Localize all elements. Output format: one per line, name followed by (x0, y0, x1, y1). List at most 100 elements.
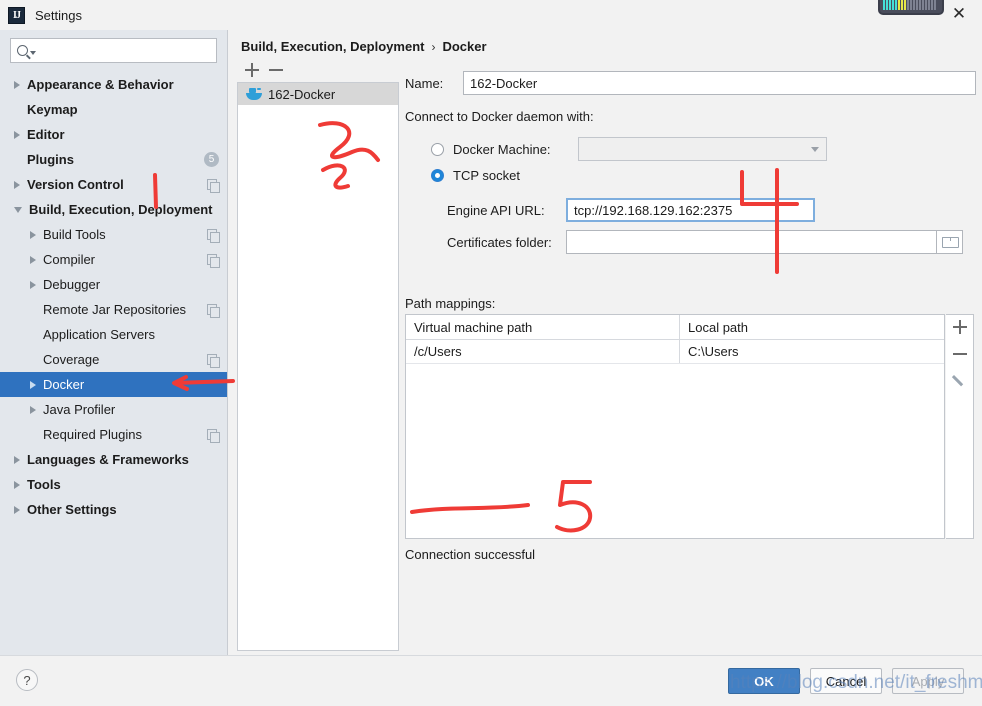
sidebar-item-label: Build, Execution, Deployment (29, 202, 212, 217)
chevron-right-icon[interactable] (30, 406, 36, 414)
chevron-right-icon[interactable] (14, 81, 20, 89)
settings-content: Build, Execution, Deployment › Docker 16… (229, 30, 982, 655)
column-header-vm-path[interactable]: Virtual machine path (406, 315, 680, 339)
chevron-right-icon[interactable] (30, 281, 36, 289)
sidebar-item-label: Build Tools (43, 227, 106, 242)
sidebar-item-label: Plugins (27, 152, 74, 167)
breadcrumb-root[interactable]: Build, Execution, Deployment (241, 39, 424, 54)
sidebar-item-editor[interactable]: Editor (0, 122, 227, 147)
audio-level-widget (878, 0, 944, 15)
sidebar-item-keymap[interactable]: Keymap (0, 97, 227, 122)
sidebar-item-label: Editor (27, 127, 65, 142)
sidebar-item-label: Docker (43, 377, 84, 392)
connect-section-label-row: Connect to Docker daemon with: (405, 109, 594, 124)
sidebar-item-remote-jar-repositories[interactable]: Remote Jar Repositories (0, 297, 227, 322)
docker-machine-select[interactable] (578, 137, 827, 161)
sidebar-item-other-settings[interactable]: Other Settings (0, 497, 227, 522)
tcp-socket-row: TCP socket (431, 168, 520, 183)
cell-local-path[interactable]: C:\Users (680, 340, 944, 363)
chevron-right-icon[interactable] (14, 456, 20, 464)
sidebar-item-build-execution-deployment[interactable]: Build, Execution, Deployment (0, 197, 227, 222)
ok-button[interactable]: OK (728, 668, 800, 694)
table-body: /c/UsersC:\Users (406, 340, 944, 364)
search-area (0, 30, 227, 69)
name-input[interactable] (463, 71, 976, 95)
sidebar-item-debugger[interactable]: Debugger (0, 272, 227, 297)
search-input[interactable] (41, 42, 221, 59)
search-icon (17, 45, 28, 56)
path-mappings-table: Virtual machine path Local path /c/Users… (405, 314, 945, 539)
column-header-local-path[interactable]: Local path (680, 315, 944, 339)
chevron-right-icon[interactable] (30, 381, 36, 389)
chevron-right-icon[interactable] (14, 181, 20, 189)
chevron-right-icon[interactable] (14, 481, 20, 489)
name-row: Name: (405, 71, 976, 95)
sidebar-item-compiler[interactable]: Compiler (0, 247, 227, 272)
docker-whale-icon (246, 88, 262, 100)
copy-settings-icon[interactable] (207, 429, 219, 441)
certificates-folder-input[interactable] (566, 230, 937, 254)
remove-mapping-button[interactable] (953, 347, 967, 361)
sidebar-item-version-control[interactable]: Version Control (0, 172, 227, 197)
list-item[interactable]: 162-Docker (238, 83, 398, 105)
tcp-socket-radio[interactable] (431, 169, 444, 182)
chevron-right-icon[interactable] (30, 231, 36, 239)
connect-to-daemon-label: Connect to Docker daemon with: (405, 109, 594, 124)
sidebar-item-plugins[interactable]: Plugins5 (0, 147, 227, 172)
sidebar-item-build-tools[interactable]: Build Tools (0, 222, 227, 247)
sidebar-item-appearance-behavior[interactable]: Appearance & Behavior (0, 72, 227, 97)
pencil-icon[interactable] (953, 374, 967, 388)
sidebar-item-languages-frameworks[interactable]: Languages & Frameworks (0, 447, 227, 472)
sidebar-item-tools[interactable]: Tools (0, 472, 227, 497)
sidebar-item-label: Compiler (43, 252, 95, 267)
chevron-down-icon[interactable] (14, 207, 22, 213)
sidebar-item-label: Appearance & Behavior (27, 77, 174, 92)
add-server-button[interactable] (245, 63, 259, 77)
folder-icon (942, 237, 957, 248)
title-bar: IJ Settings (0, 0, 982, 30)
chevron-down-icon[interactable] (30, 51, 36, 55)
sidebar-item-docker[interactable]: Docker (0, 372, 227, 397)
search-box[interactable] (10, 38, 217, 63)
add-mapping-button[interactable] (953, 320, 967, 334)
engine-url-input[interactable] (566, 198, 815, 222)
chevron-right-icon[interactable] (30, 256, 36, 264)
remove-server-button[interactable] (269, 63, 283, 77)
sidebar-item-label: Application Servers (43, 327, 155, 342)
sidebar-item-label: Debugger (43, 277, 100, 292)
breadcrumb-leaf: Docker (442, 39, 486, 54)
browse-certificates-button[interactable] (937, 230, 963, 254)
tree-spacer (14, 105, 20, 114)
sidebar-item-application-servers[interactable]: Application Servers (0, 322, 227, 347)
docker-machine-radio[interactable] (431, 143, 444, 156)
sidebar-item-required-plugins[interactable]: Required Plugins (0, 422, 227, 447)
tree-spacer (30, 305, 36, 314)
chevron-right-icon[interactable] (14, 506, 20, 514)
sidebar-item-label: Languages & Frameworks (27, 452, 189, 467)
table-row[interactable]: /c/UsersC:\Users (406, 340, 944, 364)
window-title: Settings (35, 8, 82, 23)
copy-settings-icon[interactable] (207, 254, 219, 266)
sidebar-item-java-profiler[interactable]: Java Profiler (0, 397, 227, 422)
sidebar-item-coverage[interactable]: Coverage (0, 347, 227, 372)
cell-vm-path[interactable]: /c/Users (406, 340, 680, 363)
help-button[interactable]: ? (16, 669, 38, 691)
cancel-button[interactable]: Cancel (810, 668, 882, 694)
copy-settings-icon[interactable] (207, 179, 219, 191)
copy-settings-icon[interactable] (207, 354, 219, 366)
engine-url-label: Engine API URL: (447, 203, 566, 218)
path-mappings-actions (946, 314, 974, 539)
server-list: 162-Docker (237, 82, 399, 651)
chevron-right-icon[interactable] (14, 131, 20, 139)
docker-settings-form: Name: Connect to Docker daemon with: Doc… (405, 58, 974, 651)
breadcrumb: Build, Execution, Deployment › Docker (241, 39, 487, 54)
close-icon[interactable]: ✕ (950, 5, 968, 23)
sidebar-item-label: Version Control (27, 177, 124, 192)
settings-tree: Appearance & Behavior Keymap Editor Plugins… (0, 69, 227, 522)
breadcrumb-separator-icon: › (431, 40, 435, 54)
docker-machine-label: Docker Machine: (453, 142, 578, 157)
copy-settings-icon[interactable] (207, 229, 219, 241)
sidebar-item-label: Remote Jar Repositories (43, 302, 186, 317)
copy-settings-icon[interactable] (207, 304, 219, 316)
settings-sidebar: Appearance & Behavior Keymap Editor Plugins… (0, 30, 228, 655)
